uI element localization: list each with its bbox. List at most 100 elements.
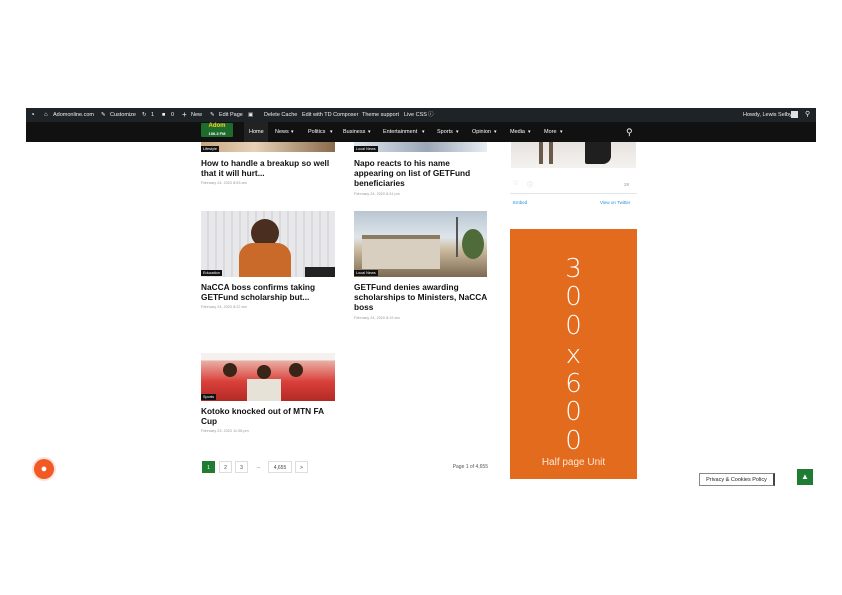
category-badge[interactable]: Sports xyxy=(201,394,216,400)
scroll-to-top-button[interactable]: ▲ xyxy=(797,469,813,485)
edit-page-link[interactable]: Edit Page xyxy=(219,108,243,122)
chevron-down-icon: ▾ xyxy=(368,129,371,135)
photo-flagpole xyxy=(456,217,458,257)
chevron-down-icon: ▾ xyxy=(528,129,531,135)
main-navigation: Home News ▾ Politics ▾ Business ▾ Entert… xyxy=(26,122,816,142)
ad-char: 6 xyxy=(565,369,582,399)
article-thumb-getfund[interactable] xyxy=(354,211,487,277)
plus-icon: + xyxy=(182,110,187,119)
photo-player xyxy=(223,363,237,377)
notification-bell-button[interactable]: ● xyxy=(34,459,54,479)
search-icon[interactable]: ⚲ xyxy=(805,108,810,122)
article-date: February 24, 2020 8:22 am xyxy=(201,305,247,309)
article-date: February 24, 2020 8:31 pm xyxy=(354,192,400,196)
view-on-twitter-link[interactable]: View on Twitter xyxy=(600,200,630,205)
chevron-down-icon: ▾ xyxy=(560,129,563,135)
photo-legs xyxy=(539,142,543,164)
ad-char: 0 xyxy=(565,397,582,427)
edit-composer-link[interactable]: Edit with TD Composer xyxy=(302,108,358,122)
article-thumb-nacca[interactable] xyxy=(201,211,335,277)
article-title[interactable]: GETFund denies awarding scholarships to … xyxy=(354,282,490,312)
photo-kneeling-figure xyxy=(585,142,611,164)
wp-admin-bar: ◔ ⌂ Adomonline.com ✎ Customize ↻ 1 ■ 0 +… xyxy=(26,108,816,122)
home-icon: ⌂ xyxy=(44,112,48,118)
wordpress-logo-icon[interactable]: ◔ xyxy=(30,108,35,122)
new-link[interactable]: New xyxy=(191,108,202,122)
page-last-button[interactable]: 4,655 xyxy=(268,461,292,473)
photo-building xyxy=(362,235,440,269)
ad-char: 0 xyxy=(565,282,582,312)
tweet-like-count: 28 xyxy=(624,182,630,187)
category-badge[interactable]: Local News xyxy=(354,270,378,276)
delete-cache-link[interactable]: Delete Cache xyxy=(264,108,297,122)
chevron-down-icon: ▾ xyxy=(330,129,333,135)
nav-politics[interactable]: Politics xyxy=(308,122,325,142)
pencil-icon: ✎ xyxy=(210,112,215,118)
pagination-ellipsis: ... xyxy=(256,464,261,470)
photo-player xyxy=(257,365,271,379)
ad-char: x xyxy=(565,340,582,370)
article-thumb-kotoko[interactable] xyxy=(201,353,335,401)
customize-icon: ✎ xyxy=(101,112,106,118)
category-badge[interactable]: Local News xyxy=(354,146,378,152)
page-2-button[interactable]: 2 xyxy=(219,461,232,473)
logo-text-top: Adom xyxy=(208,123,226,129)
comments-icon: ■ xyxy=(162,112,166,118)
bell-icon: ● xyxy=(40,463,48,475)
category-badge[interactable]: Lifestyle xyxy=(201,146,219,152)
twitter-embed-image[interactable] xyxy=(511,142,636,168)
nav-business[interactable]: Business xyxy=(343,122,365,142)
site-logo[interactable]: Adom 106.3 FM xyxy=(201,123,233,137)
browser-page: Lifestyle How to handle a breakup so wel… xyxy=(26,108,816,488)
nav-entertainment[interactable]: Entertainment xyxy=(383,122,417,142)
help-circle-icon[interactable]: ⓘ xyxy=(428,108,434,122)
chevron-down-icon: ▾ xyxy=(291,129,294,135)
comments-count[interactable]: 0 xyxy=(171,108,174,122)
photo-player xyxy=(289,363,303,377)
photo-legs xyxy=(549,142,553,164)
chevron-down-icon: ▾ xyxy=(456,129,459,135)
article-date: February 23, 2020 11:08 pm xyxy=(201,429,249,433)
ad-caption: Half page Unit xyxy=(541,457,606,468)
half-page-ad[interactable]: 3 0 0 x 6 0 0 Half page Unit xyxy=(510,229,637,479)
article-title[interactable]: Napo reacts to his name appearing on lis… xyxy=(354,158,488,188)
user-greeting[interactable]: Howdy, Lewis Selby xyxy=(743,108,792,122)
revisions-icon: ↻ xyxy=(142,112,147,118)
theme-support-link[interactable]: Theme support xyxy=(362,108,399,122)
category-badge[interactable]: Education xyxy=(201,270,222,276)
logo-text-bottom: 106.3 FM xyxy=(208,131,226,136)
page-3-button[interactable]: 3 xyxy=(235,461,248,473)
twitter-divider xyxy=(510,193,637,194)
live-css-link[interactable]: Live CSS xyxy=(404,108,427,122)
search-icon[interactable]: ⚲ xyxy=(626,122,633,142)
heart-icon[interactable]: ♡ xyxy=(513,180,518,187)
nav-more[interactable]: More xyxy=(544,122,557,142)
avatar[interactable] xyxy=(791,111,798,118)
ad-char: 0 xyxy=(565,311,582,341)
chevron-up-icon: ▲ xyxy=(801,472,809,481)
privacy-cookies-button[interactable]: Privacy & Cookies Policy xyxy=(699,473,775,486)
photo-jersey xyxy=(247,379,281,401)
nav-home[interactable]: Home xyxy=(249,122,264,142)
customize-link[interactable]: Customize xyxy=(110,108,136,122)
nav-opinion[interactable]: Opinion xyxy=(472,122,491,142)
chevron-down-icon: ▾ xyxy=(422,129,425,135)
nav-news[interactable]: News xyxy=(275,122,289,142)
article-title[interactable]: How to handle a breakup so well that it … xyxy=(201,158,337,178)
embed-link[interactable]: Embed xyxy=(513,200,527,205)
site-name-link[interactable]: Adomonline.com xyxy=(53,108,94,122)
article-title[interactable]: Kotoko knocked out of MTN FA Cup xyxy=(201,406,331,426)
next-page-button[interactable]: > xyxy=(295,461,308,473)
photo-shirt xyxy=(239,243,291,277)
ad-char: 3 xyxy=(565,254,582,284)
nav-sports[interactable]: Sports xyxy=(437,122,453,142)
photo-screen xyxy=(305,267,335,277)
ad-char: 0 xyxy=(565,426,582,456)
pagination-summary: Page 1 of 4,655 xyxy=(452,464,488,470)
photo-tree xyxy=(462,229,484,259)
page-1-button[interactable]: 1 xyxy=(202,461,215,473)
article-title[interactable]: NaCCA boss confirms taking GETFund schol… xyxy=(201,282,331,302)
nav-media[interactable]: Media xyxy=(510,122,525,142)
revisions-count[interactable]: 1 xyxy=(151,108,154,122)
info-icon[interactable]: ⓘ xyxy=(527,180,533,189)
